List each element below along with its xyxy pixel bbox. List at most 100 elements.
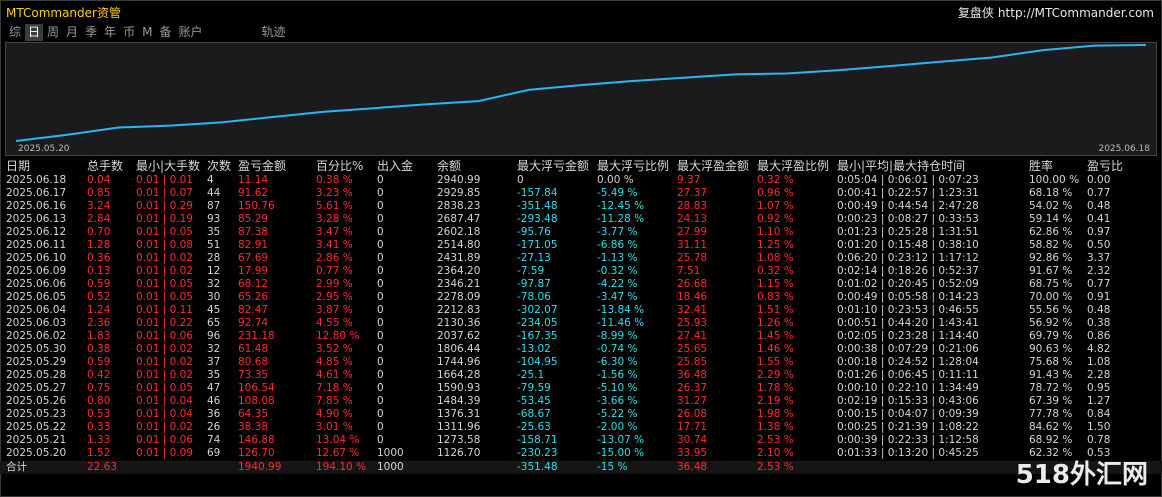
table-row[interactable]: 2025.05.20 1.52 0.01 | 0.09 69 126.70 12.67 %… (0, 447, 1162, 460)
table-row[interactable]: 2025.05.21 1.33 0.01 | 0.06 74 146.88 13.04 %… (0, 434, 1162, 447)
table-row[interactable]: 2025.06.09 0.13 0.01 | 0.02 12 17.99 0.77 % 0 2… (0, 265, 1162, 278)
table-row[interactable]: 2025.06.06 0.59 0.01 | 0.05 32 68.12 2.99 % 0 2… (0, 278, 1162, 291)
table-cell: 59.14 % (1029, 213, 1073, 225)
table-cell: 1664.28 (437, 369, 481, 381)
column-header[interactable]: 最小|平均|最大持仓时间 (837, 158, 965, 174)
tab-9[interactable]: 账户 (175, 24, 205, 41)
tab-0[interactable]: 综 (6, 24, 24, 41)
column-header[interactable]: 盈亏比 (1087, 158, 1123, 174)
table-row[interactable]: 2025.06.13 2.84 0.01 | 0.19 93 85.29 3.28 % 0 2… (0, 213, 1162, 226)
table-cell: 2025.06.18 (6, 174, 67, 186)
table-cell: -27.13 (517, 252, 551, 264)
table-cell: 2025.06.11 (6, 239, 67, 251)
tab-4[interactable]: 季 (82, 24, 100, 41)
table-cell: 0.95 (1087, 382, 1111, 394)
table-cell: -171.05 (517, 239, 558, 251)
table-cell: 2130.36 (437, 317, 481, 329)
table-cell: 2025.05.27 (6, 382, 67, 394)
table-row[interactable]: 2025.06.16 3.24 0.01 | 0.29 87 150.76 5.61 % 0… (0, 200, 1162, 213)
table-cell: 0.48 (1087, 304, 1111, 316)
table-cell: 2025.06.03 (6, 317, 67, 329)
table-row[interactable]: 2025.06.12 0.70 0.01 | 0.05 35 87.38 3.47 % 0 2… (0, 226, 1162, 239)
table-cell: 12.80 % (316, 330, 360, 342)
table-row[interactable]: 2025.05.22 0.33 0.01 | 0.02 26 38.38 3.01 % 0 1… (0, 421, 1162, 434)
table-cell: 92.74 (238, 317, 269, 329)
tab-6[interactable]: 币 (120, 24, 138, 41)
tab-1[interactable]: 日 (25, 24, 44, 41)
tab-3[interactable]: 月 (63, 24, 81, 41)
table-cell: 0:00:39 | 0:22:33 | 1:12:58 (837, 434, 979, 446)
table-cell: 0.78 (1087, 434, 1111, 446)
table-cell: 0.32 % (757, 265, 794, 277)
table-cell: 0.53 (87, 408, 111, 420)
table-cell: 231.18 (238, 330, 275, 342)
table-cell: 0:01:10 | 0:23:53 | 0:46:55 (837, 304, 979, 316)
table-cell: 0.01 | 0.05 (136, 382, 193, 394)
site-link[interactable]: 复盘侠 http://MTCommander.com (958, 4, 1154, 21)
column-header[interactable]: 最大浮盈金额 (677, 158, 749, 174)
table-cell: 92.86 % (1029, 252, 1073, 264)
table-cell: -104.95 (517, 356, 558, 368)
column-header[interactable]: 最大浮盈比例 (757, 158, 829, 174)
column-header[interactable]: 最大浮亏金额 (517, 158, 589, 174)
table-cell: 70.00 % (1029, 291, 1073, 303)
table-row[interactable]: 2025.06.17 0.85 0.01 | 0.07 44 91.62 3.23 % 0 2… (0, 187, 1162, 200)
table-cell: 31.27 (677, 395, 708, 407)
table-cell: 93 (207, 213, 221, 225)
table-cell: 17.71 (677, 421, 708, 433)
equity-curve-svg (15, 44, 1147, 142)
column-header[interactable]: 出入金 (377, 158, 413, 174)
table-cell: 0.36 (87, 252, 111, 264)
column-header[interactable]: 余额 (437, 158, 461, 174)
table-row[interactable]: 2025.05.23 0.53 0.01 | 0.04 36 64.35 4.90 % 0 1… (0, 408, 1162, 421)
table-row[interactable]: 2025.06.03 2.36 0.01 | 0.22 65 92.74 4.55 % 0 2… (0, 317, 1162, 330)
table-cell: 0 (377, 369, 384, 381)
table-cell: 0.75 (87, 382, 111, 394)
app-title: MTCommander资管 (6, 6, 121, 20)
table-row[interactable]: 2025.06.04 1.24 0.01 | 0.11 45 82.47 3.87 % 0 2… (0, 304, 1162, 317)
tab-5[interactable]: 年 (101, 24, 119, 41)
total-cell: 22.63 (87, 461, 118, 473)
table-cell: 87 (207, 200, 221, 212)
column-header[interactable]: 日期 (6, 158, 30, 174)
column-header[interactable]: 最小|大手数 (136, 158, 200, 174)
table-row[interactable]: 2025.05.27 0.75 0.01 | 0.05 47 106.54 7.18 % 0… (0, 382, 1162, 395)
table-row[interactable]: 2025.05.30 0.38 0.01 | 0.02 32 61.48 3.52 % 0 1… (0, 343, 1162, 356)
table-cell: 1311.96 (437, 421, 481, 433)
table-cell: 1.52 (87, 447, 111, 459)
table-row[interactable]: 2025.06.05 0.52 0.01 | 0.05 30 65.26 2.95 % 0 2… (0, 291, 1162, 304)
table-cell: -79.59 (517, 382, 551, 394)
table-row[interactable]: 2025.05.28 0.42 0.01 | 0.02 35 73.35 4.61 % 0 1… (0, 369, 1162, 382)
table-cell: 0.83 % (757, 291, 794, 303)
table-cell: 75.68 % (1029, 356, 1073, 368)
table-row[interactable]: 2025.05.26 0.80 0.01 | 0.04 46 108.08 7.85 % 0… (0, 395, 1162, 408)
table-row[interactable]: 2025.06.02 1.83 0.01 | 0.06 96 231.18 12.80 %… (0, 330, 1162, 343)
table-row[interactable]: 2025.05.29 0.59 0.01 | 0.02 37 80.68 4.85 % 0 1… (0, 356, 1162, 369)
tab-10[interactable]: 轨迹 (259, 24, 289, 41)
table-cell: 3.41 % (316, 239, 353, 251)
tab-7[interactable]: M (139, 24, 155, 41)
table-row[interactable]: 2025.06.10 0.36 0.01 | 0.02 28 67.69 2.86 % 0 2… (0, 252, 1162, 265)
table-cell: -5.10 % (597, 382, 638, 394)
site-url[interactable]: http://MTCommander.com (998, 6, 1154, 20)
table-cell: 4.61 % (316, 369, 353, 381)
column-header[interactable]: 总手数 (87, 158, 123, 174)
column-header[interactable]: 盈亏金额 (238, 158, 286, 174)
column-header[interactable]: 次数 (207, 158, 231, 174)
column-header[interactable]: 胜率 (1029, 158, 1053, 174)
table-cell: 2212.83 (437, 304, 481, 316)
table-row[interactable]: 2025.06.11 1.28 0.01 | 0.08 51 82.91 3.41 % 0 2… (0, 239, 1162, 252)
table-cell: 0 (377, 395, 384, 407)
table-cell: 0.01 | 0.07 (136, 187, 193, 199)
table-row[interactable]: 2025.06.18 0.04 0.01 | 0.01 4 11.14 0.38 % 0 29… (0, 174, 1162, 187)
table-cell: 150.76 (238, 200, 275, 212)
table-cell: 2.28 (1087, 369, 1111, 381)
table-cell: 0.38 (1087, 317, 1111, 329)
column-header[interactable]: 百分比% (316, 158, 363, 174)
column-header[interactable]: 最大浮亏比例 (597, 158, 669, 174)
tab-8[interactable]: 备 (156, 24, 174, 41)
table-cell: 0.01 | 0.02 (136, 369, 193, 381)
table-cell: 146.88 (238, 434, 275, 446)
table-cell: 7.18 % (316, 382, 353, 394)
tab-2[interactable]: 周 (44, 24, 62, 41)
